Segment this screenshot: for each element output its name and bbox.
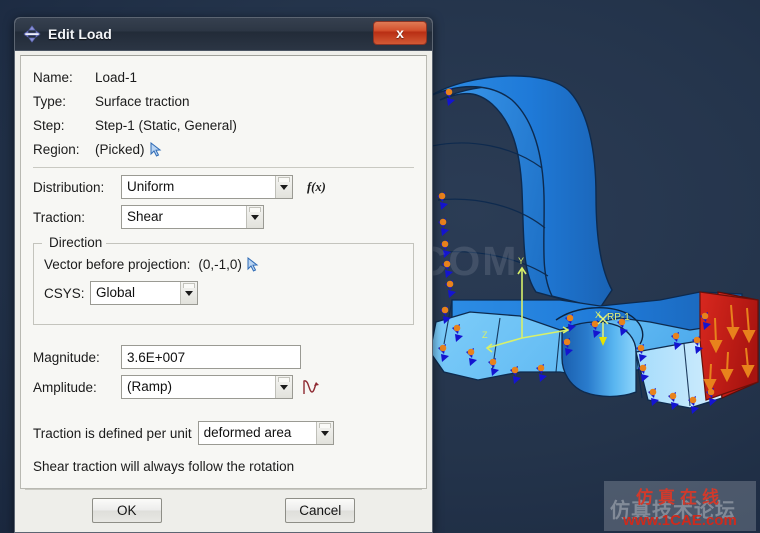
dialog-title: Edit Load (48, 26, 112, 42)
type-value: Surface traction (95, 93, 190, 109)
traction-row: Traction: Shear (33, 205, 414, 229)
distribution-select[interactable]: Uniform (121, 175, 293, 199)
direction-group-title: Direction (45, 235, 107, 250)
step-label: Step: (33, 117, 65, 133)
traction-arrows-icon (22, 24, 42, 44)
dialog-body: Name: Load-1 Type: Surface traction Step… (15, 51, 432, 532)
region-label: Region: (33, 141, 80, 157)
name-row: Name: Load-1 (33, 65, 414, 89)
csys-row: CSYS: Global (44, 281, 403, 305)
divider-top (33, 167, 414, 168)
per-unit-value: deformed area (203, 425, 292, 440)
cancel-button[interactable]: Cancel (285, 497, 356, 523)
fx-label: f(x) (307, 179, 326, 194)
amplitude-select[interactable]: (Ramp) (121, 375, 293, 399)
direction-groupbox: Direction Vector before projection: (0,-… (33, 235, 414, 325)
vector-picker-cursor-icon[interactable] (247, 256, 260, 272)
traction-value: Shear (127, 209, 164, 224)
amplitude-value: (Ramp) (127, 379, 173, 394)
region-row: Region: (Picked) (33, 137, 414, 161)
chevron-down-icon[interactable] (275, 176, 292, 198)
region-value: (Picked) (95, 141, 145, 157)
chevron-down-icon[interactable] (180, 282, 197, 304)
note-row: Shear traction will always follow the ro… (33, 459, 414, 474)
chevron-down-icon[interactable] (315, 422, 333, 444)
csys-select[interactable]: Global (90, 281, 198, 305)
shear-rotation-note: Shear traction will always follow the ro… (33, 459, 295, 474)
per-unit-label: Traction is defined per unit (33, 425, 192, 441)
magnitude-row: Magnitude: (33, 345, 414, 369)
load-form-panel: Name: Load-1 Type: Surface traction Step… (20, 55, 427, 489)
ok-button[interactable]: OK (91, 497, 162, 523)
type-row: Type: Surface traction (33, 89, 414, 113)
distribution-label: Distribution: (33, 179, 105, 195)
model-upper-face (429, 75, 613, 309)
amplitude-label: Amplitude: (33, 379, 97, 395)
vector-value: (0,-1,0) (198, 257, 242, 272)
distribution-row: Distribution: Uniform f(x) (33, 175, 414, 199)
magnitude-input[interactable] (121, 345, 301, 369)
vector-label: Vector before projection: (44, 257, 191, 272)
csys-value: Global (96, 285, 136, 300)
traction-label: Traction: (33, 209, 86, 225)
traction-select[interactable]: Shear (121, 205, 264, 229)
name-value: Load-1 (95, 69, 138, 85)
groupbox-border-right (106, 243, 413, 244)
amplitude-row: Amplitude: (Ramp) (33, 375, 414, 399)
distribution-value: Uniform (127, 179, 175, 194)
region-picker-cursor-icon[interactable] (150, 141, 163, 157)
chevron-down-icon[interactable] (275, 376, 292, 398)
per-unit-row: Traction is defined per unit deformed ar… (33, 421, 414, 445)
type-label: Type: (33, 93, 67, 109)
vector-row: Vector before projection: (0,-1,0) (44, 256, 403, 272)
magnitude-label: Magnitude: (33, 349, 100, 365)
step-value: Step-1 (Static, General) (95, 117, 237, 133)
step-row: Step: Step-1 (Static, General) (33, 113, 414, 137)
dialog-button-bar: OK Cancel (20, 489, 427, 531)
per-unit-select[interactable]: deformed area (197, 421, 334, 445)
close-button[interactable]: x (373, 21, 427, 45)
edit-load-dialog[interactable]: Edit Load x Name: Load-1 Type: Surface t… (14, 17, 433, 533)
amplitude-curve-icon[interactable] (302, 378, 320, 396)
name-label: Name: (33, 69, 73, 85)
csys-label: CSYS: (44, 285, 85, 301)
dialog-title-bar[interactable]: Edit Load x (15, 18, 432, 51)
groupbox-border-left (34, 243, 42, 244)
chevron-down-icon[interactable] (246, 206, 263, 228)
